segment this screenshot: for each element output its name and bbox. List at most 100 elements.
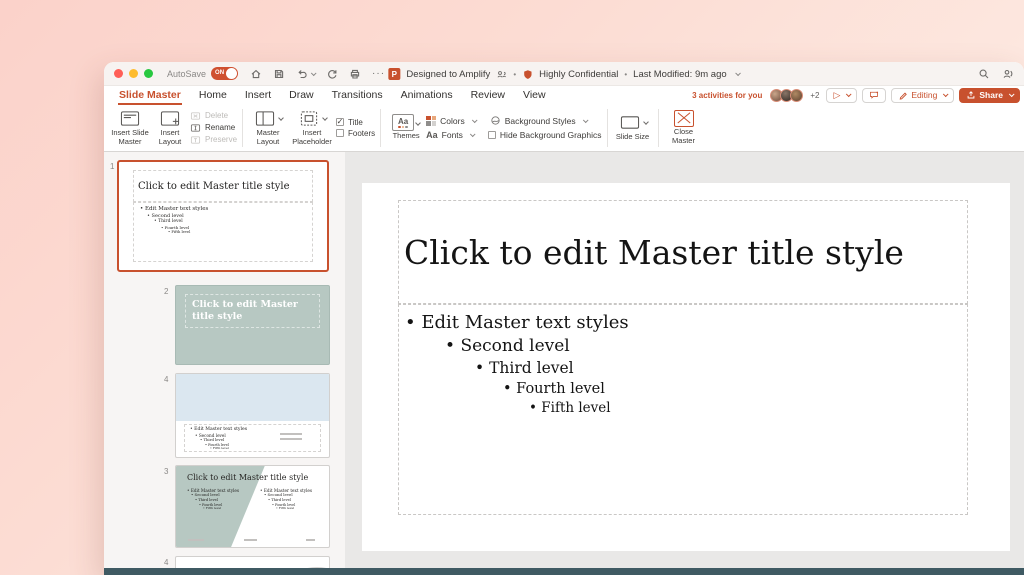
autosave-toggle[interactable]: ON — [211, 67, 238, 80]
account-icon[interactable] — [1002, 68, 1014, 80]
insert-placeholder-chevron-icon — [322, 115, 328, 121]
master-slide[interactable]: Click to edit Master title style Edit Ma… — [362, 183, 1010, 551]
title-checkbox[interactable]: ✓ Title — [336, 118, 375, 127]
master-layout-button[interactable]: Master Layout — [248, 109, 288, 146]
comment-icon — [869, 90, 879, 100]
fonts-button[interactable]: Aa Fonts — [426, 130, 474, 140]
close-master-button[interactable]: Close Master — [664, 110, 704, 145]
bullet-level-3: Third level — [475, 359, 967, 377]
insert-placeholder-icon — [297, 109, 321, 128]
insert-layout-button[interactable]: Insert Layout — [150, 109, 190, 146]
rename-icon — [190, 123, 201, 133]
shared-users-icon[interactable] — [496, 69, 507, 80]
tab-view[interactable]: View — [514, 87, 555, 103]
placeholder-checkboxes: ✓ Title Footers — [336, 118, 375, 138]
colors-button[interactable]: Colors — [426, 115, 476, 126]
close-master-icon — [674, 110, 694, 127]
footers-checkbox[interactable]: Footers — [336, 129, 375, 138]
slide-editing-canvas[interactable]: Click to edit Master title style Edit Ma… — [345, 152, 1024, 568]
editing-mode-button[interactable]: Editing — [891, 88, 954, 103]
thumbnail-image-area — [176, 374, 329, 421]
titlebar-right — [978, 68, 1014, 80]
redo-icon[interactable] — [326, 68, 338, 80]
document-title[interactable]: Designed to Amplify — [406, 69, 490, 80]
thumbnail-footer-bar — [306, 539, 315, 541]
ribbon-separator — [658, 109, 659, 147]
master-layout-chevron-icon — [278, 115, 284, 121]
thumbnail-caption-bar — [280, 438, 302, 440]
close-window-button[interactable] — [114, 69, 123, 78]
tab-home[interactable]: Home — [190, 87, 236, 103]
slide-thumbnail-panel[interactable]: 1 Click to edit Master title style Edit … — [104, 152, 345, 568]
master-slide-thumbnail[interactable]: Click to edit Master title style Edit Ma… — [117, 160, 329, 272]
pencil-icon — [898, 90, 908, 100]
play-icon: ▷ — [833, 91, 840, 100]
two-content-layout-thumbnail[interactable]: Click to edit Master title style Edit Ma… — [175, 465, 330, 548]
collaboration-area: 3 activities for you +2 ▷ Editing — [692, 88, 1020, 103]
bullet-level-4: Fourth level — [503, 381, 967, 398]
insert-layout-icon — [158, 109, 182, 128]
thumbnail-footer-bar — [188, 539, 204, 541]
themes-button[interactable]: Aa Themes — [386, 114, 426, 141]
colors-chevron-icon — [472, 117, 478, 123]
body-placeholder[interactable]: Edit Master text styles Second level Thi… — [398, 304, 968, 515]
insert-slide-master-button[interactable]: Insert Slide Master — [110, 109, 150, 146]
collaborator-avatars — [770, 89, 803, 102]
powerpoint-app-icon: P — [388, 68, 400, 80]
insert-placeholder-button[interactable]: Insert Placeholder — [288, 109, 336, 146]
minimize-window-button[interactable] — [129, 69, 138, 78]
theme-options-column: Colors Background Styles Aa Fonts — [426, 115, 601, 140]
undo-icon — [296, 68, 308, 80]
present-button[interactable]: ▷ — [826, 88, 857, 103]
tab-draw[interactable]: Draw — [280, 87, 323, 103]
tab-transitions[interactable]: Transitions — [323, 87, 392, 103]
fonts-icon: Aa — [426, 130, 438, 140]
thumbnail-body-placeholder: Edit Master text styles Second level Thi… — [133, 202, 313, 262]
tab-slide-master[interactable]: Slide Master — [110, 87, 190, 103]
preserve-button: Preserve — [190, 135, 237, 145]
share-button[interactable]: Share — [959, 88, 1020, 103]
content-layout-thumbnail[interactable]: Edit Master text styles Second level Thi… — [175, 373, 330, 458]
editing-chevron-icon — [943, 91, 949, 97]
undo-button[interactable] — [296, 68, 315, 80]
extra-avatars-count[interactable]: +2 — [810, 91, 819, 100]
background-styles-button[interactable]: Background Styles — [490, 115, 587, 126]
avatar[interactable] — [790, 89, 803, 102]
present-chevron-icon — [846, 91, 852, 97]
rename-button[interactable]: Rename — [190, 123, 237, 133]
partial-layout-thumbnail[interactable] — [175, 556, 330, 568]
share-icon — [966, 90, 976, 100]
sensitivity-label[interactable]: Highly Confidential — [539, 69, 618, 80]
delete-icon — [190, 111, 201, 121]
footers-checkbox-box — [336, 129, 344, 137]
ribbon-separator — [242, 109, 243, 147]
comments-button[interactable] — [862, 88, 886, 103]
master-title-text: Click to edit Master title style — [399, 233, 904, 272]
tab-animations[interactable]: Animations — [392, 87, 462, 103]
slide-size-chevron-icon — [643, 119, 649, 125]
themes-icon: Aa — [392, 114, 414, 131]
ribbon-tab-row: Slide Master Home Insert Draw Transition… — [104, 86, 1024, 104]
separator-dot: • — [513, 70, 516, 79]
thumbnail-number: 4 — [164, 558, 168, 567]
title-placeholder[interactable]: Click to edit Master title style — [398, 200, 968, 304]
thumbnail-footer-bar — [244, 539, 257, 541]
last-modified-label: Last Modified: 9m ago — [633, 69, 726, 80]
print-icon[interactable] — [349, 68, 361, 80]
powerpoint-window: AutoSave ON ··· P Designed to Amplify — [104, 62, 1024, 575]
titlebar: AutoSave ON ··· P Designed to Amplify — [104, 62, 1024, 86]
activities-label[interactable]: 3 activities for you — [692, 91, 762, 100]
more-commands-icon[interactable]: ··· — [372, 68, 385, 79]
hide-background-graphics-checkbox[interactable]: Hide Background Graphics — [488, 130, 602, 140]
home-icon[interactable] — [250, 68, 262, 80]
save-icon[interactable] — [273, 68, 285, 80]
tab-review[interactable]: Review — [462, 87, 514, 103]
search-icon[interactable] — [978, 68, 990, 80]
tab-insert[interactable]: Insert — [236, 87, 280, 103]
document-menu-chevron-icon[interactable] — [736, 70, 742, 76]
slide-size-button[interactable]: Slide Size — [613, 113, 653, 142]
ribbon: Insert Slide Master Insert Layout Delete… — [104, 104, 1024, 152]
ribbon-separator — [607, 109, 608, 147]
zoom-window-button[interactable] — [144, 69, 153, 78]
title-layout-thumbnail[interactable]: Click to edit Master title style — [175, 285, 330, 365]
